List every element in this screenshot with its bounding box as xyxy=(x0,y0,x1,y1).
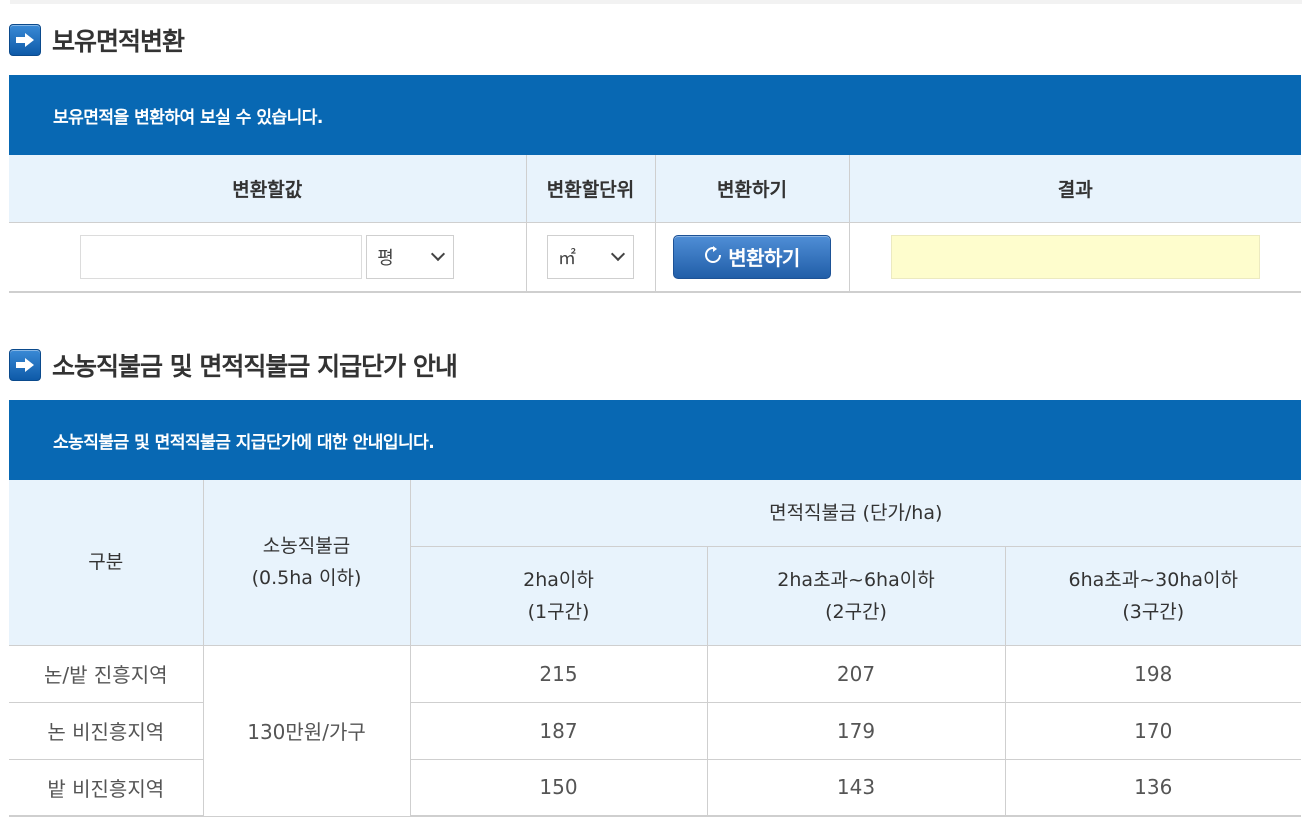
conversion-table: 변환할값 변환할단위 변환하기 결과 평 ㎡ 변환하기 xyxy=(9,155,1301,293)
table-row: 밭 비진흥지역 150 143 136 xyxy=(9,758,1301,817)
table-row: 논 비진흥지역 187 179 170 xyxy=(9,701,1301,760)
region-label: 논 비진흥지역 xyxy=(9,701,204,760)
section-title-payment: 소농직불금 및 면적직불금 지급단가 안내 xyxy=(9,349,458,381)
header-tier-2: 2ha초과~6ha이하 (2구간) xyxy=(706,545,1006,646)
small-farm-amount: 130만원/가구 xyxy=(202,644,411,817)
region-label: 논/밭 진흥지역 xyxy=(9,644,204,703)
convert-button-label: 변환하기 xyxy=(728,246,800,271)
region-label: 밭 비진흥지역 xyxy=(9,758,204,817)
header-convert: 변환하기 xyxy=(654,155,850,223)
section-title-area-conversion: 보유면적변환 xyxy=(9,24,185,56)
tier-2-value: 179 xyxy=(706,701,1006,760)
to-unit-value: ㎡ xyxy=(558,247,576,269)
tier-1-value: 150 xyxy=(409,758,708,817)
tier-1-value: 215 xyxy=(409,644,708,703)
section-title-text: 보유면적변환 xyxy=(52,27,185,56)
header-small-farm: 소농직불금 (0.5ha 이하) xyxy=(202,480,411,646)
from-unit-value: 평 xyxy=(377,247,394,269)
tier-3-label: (3구간) xyxy=(1122,600,1185,623)
section-banner: 소농직불금 및 면적직불금 지급단가에 대한 안내입니다. xyxy=(9,400,1301,480)
from-unit-select[interactable]: 평 xyxy=(366,234,455,279)
chevron-down-icon xyxy=(610,246,626,261)
header-category: 구분 xyxy=(9,480,204,646)
value-cell: 평 xyxy=(9,221,527,293)
arrow-right-icon xyxy=(9,24,41,56)
refresh-icon xyxy=(704,245,722,269)
unit-cell: ㎡ xyxy=(525,221,656,293)
top-divider xyxy=(10,0,1302,4)
convert-cell: 변환하기 xyxy=(654,221,850,293)
tier-3-value: 198 xyxy=(1004,644,1301,703)
tier-1-value: 187 xyxy=(409,701,708,760)
header-tier-3: 6ha초과~30ha이하 (3구간) xyxy=(1004,545,1301,646)
tier-2-value: 143 xyxy=(706,758,1006,817)
tier-2-label: (2구간) xyxy=(825,600,887,623)
arrow-right-icon xyxy=(9,349,41,381)
tier-3-value: 170 xyxy=(1004,701,1301,760)
section-banner: 보유면적을 변환하여 보실 수 있습니다. xyxy=(9,75,1301,155)
result-output xyxy=(890,234,1260,279)
header-area-payment: 면적직불금 (단가/ha) xyxy=(409,480,1301,547)
convert-button[interactable]: 변환하기 xyxy=(673,234,831,279)
value-input[interactable] xyxy=(80,234,363,279)
header-small-farm-line1: 소농직불금 xyxy=(262,535,351,558)
result-cell xyxy=(848,221,1301,293)
payment-table: 구분 소농직불금 (0.5ha 이하) 면적직불금 (단가/ha) 2ha이하 … xyxy=(9,480,1301,817)
section-title-text: 소농직불금 및 면적직불금 지급단가 안내 xyxy=(52,352,458,381)
chevron-down-icon xyxy=(431,246,446,261)
header-small-farm-line2: (0.5ha 이하) xyxy=(251,567,362,590)
header-result: 결과 xyxy=(848,155,1301,223)
tier-3-value: 136 xyxy=(1004,758,1301,817)
tier-3-range: 6ha초과~30ha이하 xyxy=(1068,568,1238,591)
tier-1-range: 2ha이하 xyxy=(523,568,594,591)
header-unit: 변환할단위 xyxy=(525,155,656,223)
tier-2-range: 2ha초과~6ha이하 xyxy=(777,568,935,591)
to-unit-select[interactable]: ㎡ xyxy=(547,234,634,279)
table-row: 논/밭 진흥지역 130만원/가구 215 207 198 xyxy=(9,644,1301,817)
tier-2-value: 207 xyxy=(706,644,1006,703)
header-value: 변환할값 xyxy=(9,155,527,223)
tier-1-label: (1구간) xyxy=(527,600,590,623)
header-tier-1: 2ha이하 (1구간) xyxy=(410,545,708,646)
